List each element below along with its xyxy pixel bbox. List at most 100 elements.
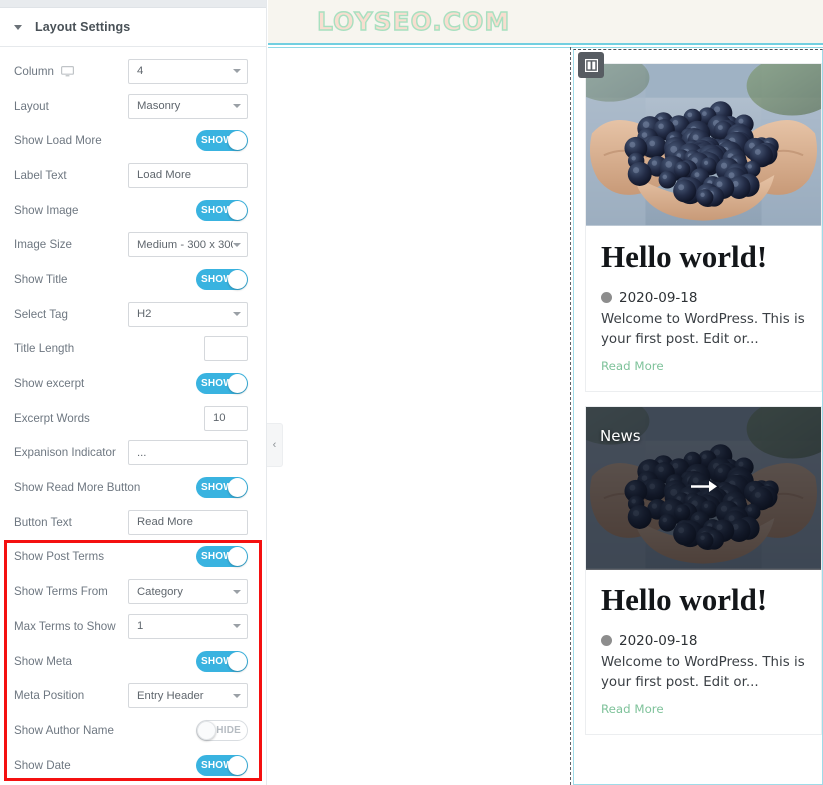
- chevron-down-icon: [233, 242, 241, 247]
- preview-canvas: LOYSEO.COM Hello world! 2020-09-18 Welco…: [268, 0, 823, 785]
- avatar-dot-icon: [601, 292, 612, 304]
- app-root: Layout Settings Column 4 Layout Masonry Show…: [0, 0, 823, 785]
- input-expansion-indicator[interactable]: ...: [128, 440, 248, 466]
- toggle-knob: [228, 131, 247, 151]
- select-show-terms-from[interactable]: Category: [128, 579, 248, 605]
- toggle-knob: [228, 478, 247, 498]
- column-separator: [570, 47, 571, 785]
- control-label-show-date: Show Date: [14, 759, 196, 772]
- select-column[interactable]: 4: [128, 58, 248, 84]
- input-excerpt-words[interactable]: 10: [204, 405, 248, 431]
- label-text: Excerpt Words: [14, 411, 90, 425]
- control-row-show-load-more: Show Load More SHOW: [0, 123, 266, 158]
- control-label-image-size: Image Size: [14, 238, 128, 251]
- select-select-tag[interactable]: H2: [128, 301, 248, 327]
- toggle-knob: [228, 755, 247, 775]
- chevron-down-icon: [233, 104, 241, 109]
- chevron-down-icon: [233, 624, 241, 629]
- widget-handle-badge[interactable]: [578, 52, 604, 78]
- label-text: Select Tag: [14, 307, 68, 321]
- control-label-show-load-more: Show Load More: [14, 134, 196, 147]
- label-text: Show Terms From: [14, 585, 108, 599]
- control-label-meta-position: Meta Position: [14, 689, 128, 702]
- post-title[interactable]: Hello world!: [601, 583, 806, 617]
- label-text: Button Text: [14, 515, 72, 529]
- page-title: Layout Settings: [35, 20, 131, 34]
- post-date: 2020-09-18: [619, 289, 698, 306]
- toggle-show-title[interactable]: SHOW: [196, 268, 248, 290]
- watermark-text: LOYSEO.COM: [316, 6, 511, 36]
- post-card[interactable]: News Hello world! 2020-09-18 Welcome to Wor…: [585, 406, 822, 736]
- label-text: Show Load More: [14, 134, 102, 148]
- toggle-knob: [228, 200, 247, 220]
- input-title-length[interactable]: [204, 336, 248, 362]
- post-meta-row: 2020-09-18: [601, 633, 806, 649]
- post-body: Hello world! 2020-09-18 Welcome to WordPre…: [586, 570, 821, 734]
- label-text: Show Title: [14, 272, 68, 286]
- label-text: Max Terms to Show: [14, 619, 116, 633]
- select-meta-position[interactable]: Entry Header: [128, 683, 248, 709]
- label-text: Expanison Indicator: [14, 446, 116, 460]
- input-value: 10: [213, 412, 226, 425]
- toggle-show-load-more[interactable]: SHOW: [196, 130, 248, 152]
- toggle-show-excerpt[interactable]: SHOW: [196, 373, 248, 395]
- control-row-show-read-more: Show Read More Button SHOW: [0, 470, 266, 505]
- select-layout[interactable]: Masonry: [128, 93, 248, 119]
- label-text: Show excerpt: [14, 377, 85, 391]
- label-text: Show Meta: [14, 654, 72, 668]
- select-max-terms[interactable]: 1: [128, 613, 248, 639]
- post-title[interactable]: Hello world!: [601, 240, 806, 274]
- post-body: Hello world! 2020-09-18 Welcome to WordPre…: [586, 227, 821, 391]
- toggle-knob: [228, 547, 247, 567]
- caret-down-icon[interactable]: [14, 24, 22, 30]
- toggle-show-post-terms[interactable]: SHOW: [196, 546, 248, 568]
- control-row-show-terms-from: Show Terms From Category: [0, 574, 266, 609]
- select-image-size[interactable]: Medium - 300 x 300: [128, 232, 248, 258]
- control-label-show-image: Show Image: [14, 204, 196, 217]
- read-more-link[interactable]: Read More: [601, 702, 664, 716]
- toggle-show-date[interactable]: SHOW: [196, 754, 248, 776]
- input-button-text[interactable]: Read More: [128, 509, 248, 535]
- toggle-show-read-more[interactable]: SHOW: [196, 477, 248, 499]
- label-text: Show Post Terms: [14, 550, 104, 564]
- control-row-expansion-indicator: Expanison Indicator...: [0, 436, 266, 471]
- control-label-expansion-indicator: Expanison Indicator: [14, 446, 128, 459]
- post-card[interactable]: Hello world! 2020-09-18 Welcome to WordPre…: [585, 63, 822, 393]
- read-more-link[interactable]: Read More: [601, 359, 664, 373]
- label-text: Meta Position: [14, 689, 85, 703]
- control-row-show-post-terms: Show Post Terms SHOW: [0, 540, 266, 575]
- panel-header[interactable]: Layout Settings: [0, 8, 266, 47]
- input-value: Read More: [137, 516, 193, 529]
- post-excerpt: Welcome to WordPress. This is your first…: [601, 654, 805, 691]
- label-text: Show Date: [14, 758, 71, 772]
- control-row-show-excerpt: Show excerpt SHOW: [0, 366, 266, 401]
- select-value: 1: [137, 620, 144, 633]
- arrow-right-icon[interactable]: [690, 480, 717, 498]
- control-label-layout: Layout: [14, 100, 128, 113]
- control-label-show-author-name: Show Author Name: [14, 724, 196, 737]
- panel-top-strip: [0, 0, 266, 8]
- input-label-text[interactable]: Load More: [128, 162, 248, 188]
- desktop-icon[interactable]: [60, 65, 74, 77]
- label-text: Show Read More Button: [14, 481, 141, 495]
- control-row-show-meta: Show Meta SHOW: [0, 644, 266, 679]
- post-thumbnail[interactable]: [586, 64, 821, 227]
- panel-collapse-handle[interactable]: ‹: [267, 423, 283, 467]
- label-text: Show Author Name: [14, 723, 114, 737]
- input-value: ...: [137, 446, 147, 459]
- post-term-badge[interactable]: News: [600, 427, 641, 445]
- control-row-max-terms: Max Terms to Show 1: [0, 609, 266, 644]
- control-label-column: Column: [14, 65, 128, 78]
- select-value: Category: [137, 585, 183, 598]
- posts-widget-column[interactable]: Hello world! 2020-09-18 Welcome to WordPre…: [573, 49, 823, 785]
- control-label-show-post-terms: Show Post Terms: [14, 550, 196, 563]
- toggle-show-author-name[interactable]: HIDE: [196, 719, 248, 741]
- control-row-column: Column 4: [0, 54, 266, 89]
- post-thumbnail[interactable]: News: [586, 407, 821, 571]
- chevron-down-icon: [233, 69, 241, 74]
- input-value: Load More: [137, 169, 192, 182]
- toggle-show-image[interactable]: SHOW: [196, 199, 248, 221]
- label-text: Column: [14, 64, 54, 78]
- chevron-down-icon: [233, 312, 241, 317]
- toggle-show-meta[interactable]: SHOW: [196, 650, 248, 672]
